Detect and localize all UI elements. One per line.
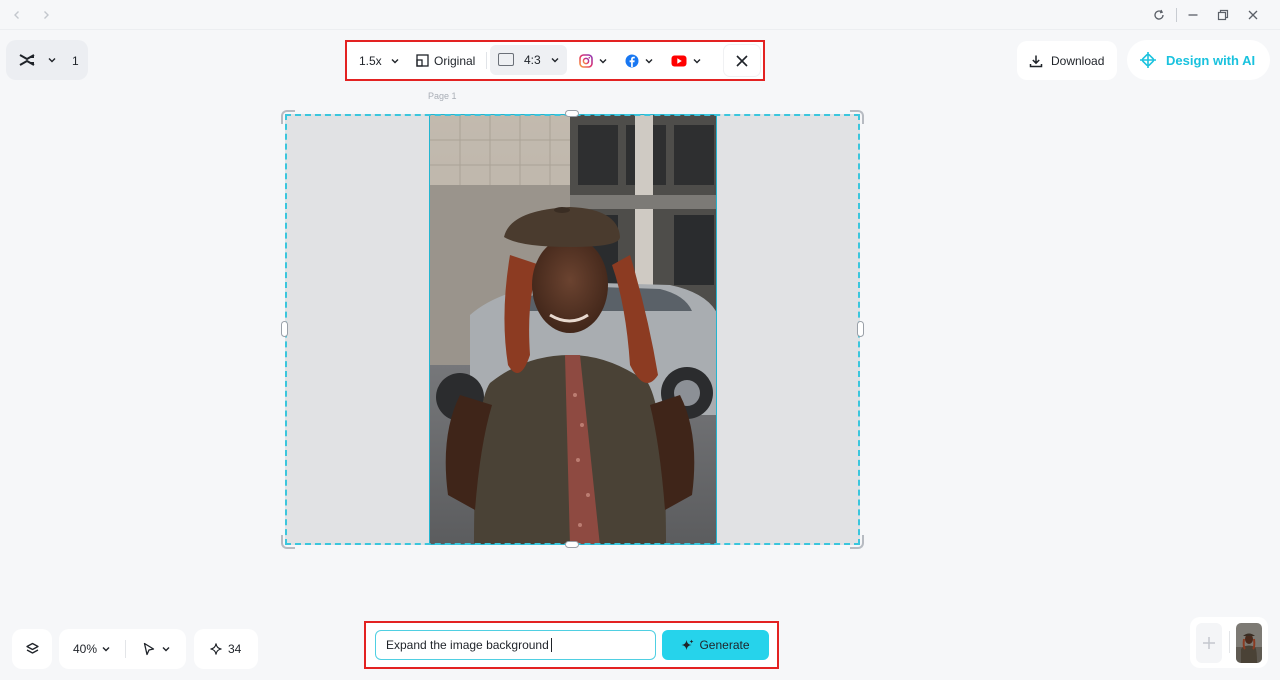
corner-handle-bottom-left[interactable] bbox=[281, 535, 295, 549]
close-window-button[interactable] bbox=[1243, 6, 1263, 24]
chevron-down-icon bbox=[162, 647, 170, 652]
chevron-down-icon bbox=[102, 647, 110, 652]
capcut-logo-icon bbox=[19, 54, 35, 66]
window-title-bar bbox=[0, 0, 1280, 30]
layers-button[interactable] bbox=[12, 629, 52, 669]
download-label: Download bbox=[1051, 53, 1105, 68]
pointer-tool-dropdown[interactable] bbox=[126, 642, 171, 656]
side-handle-bottom[interactable] bbox=[565, 541, 579, 548]
window-controls-separator bbox=[1176, 8, 1177, 22]
refresh-button[interactable] bbox=[1149, 6, 1169, 24]
zoom-and-pointer-group: 40% bbox=[59, 629, 186, 669]
minimize-button[interactable] bbox=[1183, 6, 1203, 24]
download-icon bbox=[1029, 55, 1043, 67]
page-label: Page 1 bbox=[428, 91, 457, 101]
side-handle-right[interactable] bbox=[857, 321, 864, 337]
corner-handle-bottom-right[interactable] bbox=[850, 535, 864, 549]
pages-divider bbox=[1229, 631, 1230, 653]
ai-credits-button[interactable]: 34 bbox=[194, 629, 258, 669]
corner-handle-top-right[interactable] bbox=[850, 110, 864, 124]
design-ai-icon bbox=[1140, 52, 1156, 68]
layers-icon bbox=[25, 642, 39, 654]
page-thumbnail[interactable] bbox=[1236, 623, 1262, 663]
prompt-text: Expand the image background bbox=[386, 638, 549, 652]
design-with-ai-button[interactable]: Design with AI bbox=[1127, 40, 1270, 80]
side-handle-left[interactable] bbox=[281, 321, 288, 337]
expand-prompt-input[interactable]: Expand the image background bbox=[375, 630, 656, 660]
restore-button[interactable] bbox=[1213, 6, 1233, 24]
restore-icon bbox=[1217, 9, 1229, 21]
generate-label: Generate bbox=[699, 638, 750, 652]
text-caret bbox=[550, 638, 552, 652]
refresh-icon bbox=[1154, 9, 1164, 20]
close-icon bbox=[1248, 10, 1258, 20]
toolbar-highlight-frame bbox=[345, 40, 765, 81]
side-handle-top[interactable] bbox=[565, 110, 579, 117]
download-button[interactable]: Download bbox=[1017, 41, 1117, 80]
page-thumbnail-image bbox=[1236, 623, 1262, 663]
nav-back-button[interactable] bbox=[9, 7, 25, 23]
add-page-button[interactable] bbox=[1196, 623, 1222, 663]
generate-button[interactable]: Generate bbox=[662, 630, 769, 660]
design-ai-label: Design with AI bbox=[1166, 52, 1256, 68]
page-count: 1 bbox=[72, 54, 79, 68]
expand-frame-border bbox=[285, 114, 860, 545]
zoom-dropdown[interactable]: 40% bbox=[59, 642, 125, 656]
pointer-icon bbox=[143, 642, 155, 656]
plus-icon bbox=[1203, 637, 1215, 649]
minimize-icon bbox=[1188, 14, 1198, 16]
chevron-down-icon bbox=[48, 58, 56, 63]
project-menu[interactable]: 1 bbox=[6, 40, 88, 80]
corner-handle-top-left[interactable] bbox=[281, 110, 295, 124]
credits-label: 34 bbox=[228, 642, 242, 656]
chevron-left-icon bbox=[14, 11, 19, 19]
chevron-right-icon bbox=[44, 11, 49, 19]
nav-forward-button[interactable] bbox=[38, 7, 54, 23]
zoom-label: 40% bbox=[73, 642, 98, 656]
sparkle-icon bbox=[210, 643, 222, 655]
sparkle-icon bbox=[681, 639, 694, 650]
